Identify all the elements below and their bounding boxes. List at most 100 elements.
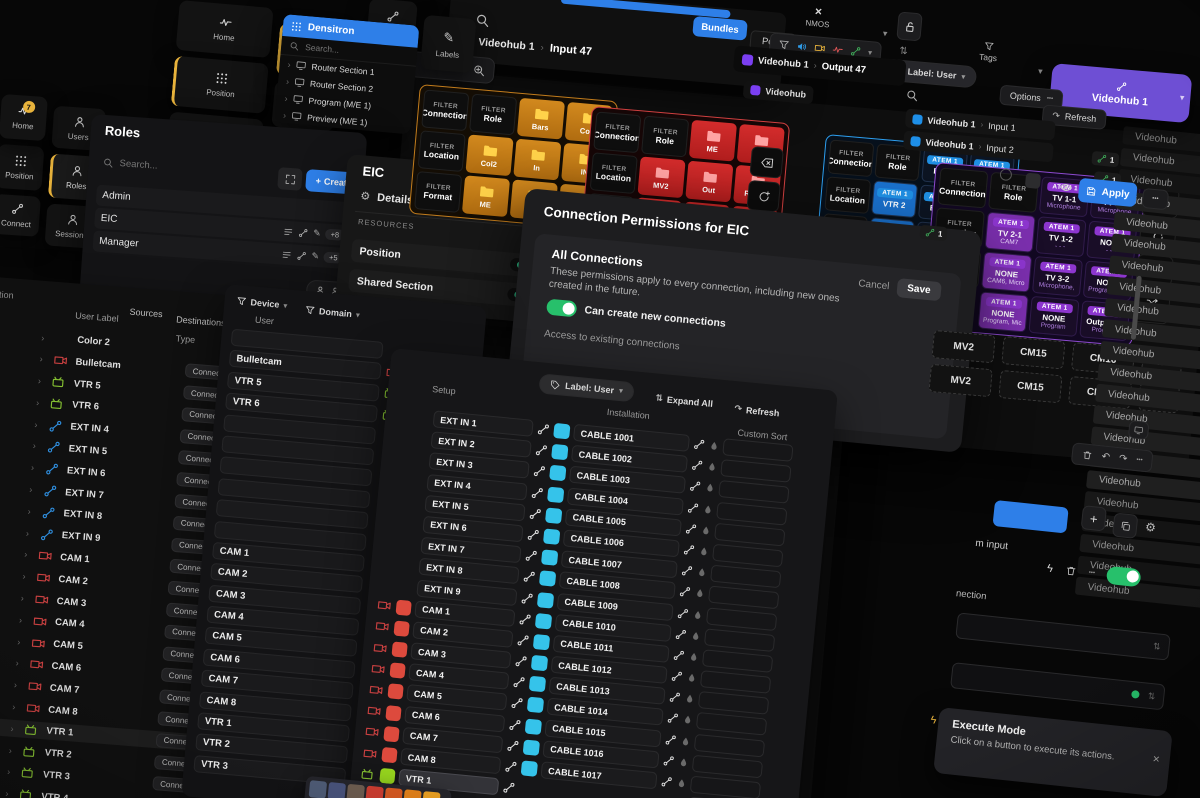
- nmos-button[interactable]: × NMOS: [805, 3, 831, 29]
- trash-icon[interactable]: [1081, 449, 1093, 461]
- search-icon[interactable]: [905, 88, 919, 102]
- color-chip[interactable]: [387, 684, 403, 700]
- chevron-right-icon[interactable]: ›: [8, 745, 17, 756]
- tags-button[interactable]: Tags: [979, 41, 999, 63]
- apply-button[interactable]: Apply: [1078, 178, 1138, 207]
- chevron-right-icon[interactable]: ›: [39, 354, 48, 365]
- cable-color-chip[interactable]: [541, 549, 558, 565]
- cable-color-chip[interactable]: [543, 528, 560, 544]
- config-field[interactable]: ⇅: [950, 662, 1166, 710]
- chevron-right-icon[interactable]: ›: [10, 723, 19, 734]
- tab-bundles[interactable]: Bundles: [692, 16, 748, 41]
- tile-labels[interactable]: ✎ Labels: [420, 15, 477, 73]
- color-chip[interactable]: [395, 599, 411, 615]
- list-icon[interactable]: [281, 249, 292, 260]
- custom-sort-field[interactable]: [712, 544, 783, 568]
- custom-sort-field[interactable]: [696, 712, 767, 736]
- color-chip[interactable]: [391, 641, 407, 657]
- label-mode-pill[interactable]: Label: User ▾: [538, 373, 635, 402]
- lock-button[interactable]: [896, 11, 922, 41]
- enabled-toggle[interactable]: [1106, 566, 1142, 587]
- custom-sort-field[interactable]: [700, 670, 771, 694]
- cable-color-chip[interactable]: [549, 465, 566, 481]
- custom-sort-field[interactable]: [704, 628, 775, 652]
- layout-button[interactable]: [1128, 420, 1150, 440]
- trash-icon[interactable]: [1064, 564, 1077, 577]
- palette-swatch[interactable]: [403, 789, 422, 798]
- custom-sort-field[interactable]: [692, 755, 763, 779]
- dots-icon[interactable]: •••: [1088, 570, 1095, 577]
- caret-down-icon[interactable]: ▾: [1038, 66, 1043, 77]
- color-chip[interactable]: [389, 663, 405, 679]
- share-icon[interactable]: [296, 250, 307, 261]
- edit-icon[interactable]: ✎: [311, 251, 319, 262]
- cable-color-chip[interactable]: [525, 718, 542, 734]
- chevron-right-icon[interactable]: ›: [19, 615, 28, 626]
- router-button[interactable]: FILTER Role: [469, 94, 517, 136]
- sidebar-item-connect[interactable]: Connect: [0, 194, 41, 237]
- color-chip[interactable]: [381, 747, 397, 763]
- chevron-right-icon[interactable]: ›: [32, 441, 41, 452]
- bolt-icon[interactable]: ϟ: [1046, 563, 1053, 576]
- router-button[interactable]: FILTER Location: [824, 176, 871, 214]
- custom-sort-field[interactable]: [716, 501, 787, 525]
- redo-icon[interactable]: ↷: [1118, 453, 1127, 465]
- eye-icon[interactable]: [1058, 180, 1073, 195]
- dots-icon[interactable]: •••: [1136, 457, 1143, 464]
- router-button[interactable]: Out: [685, 161, 733, 203]
- add-button[interactable]: +: [1081, 505, 1107, 531]
- chevron-right-icon[interactable]: ›: [5, 789, 14, 798]
- expand-all-button[interactable]: ⇅ Expand All: [655, 393, 714, 409]
- color-chip[interactable]: [393, 620, 409, 636]
- router-button[interactable]: MV2: [637, 156, 685, 198]
- router-button[interactable]: ME: [689, 120, 737, 162]
- scrollbar-thumb[interactable]: [1131, 276, 1142, 340]
- selected-field[interactable]: [992, 500, 1068, 534]
- add-connection-button[interactable]: [746, 180, 780, 213]
- custom-sort-field[interactable]: [720, 459, 791, 483]
- cable-color-chip[interactable]: [533, 634, 550, 650]
- tile-home[interactable]: Home: [176, 0, 274, 58]
- custom-sort-field[interactable]: [708, 586, 779, 610]
- device-filter[interactable]: Device ▾: [236, 296, 288, 310]
- list-icon[interactable]: [283, 226, 294, 237]
- roles-search[interactable]: Search...: [102, 157, 158, 172]
- selected-item-pill[interactable]: [561, 0, 731, 18]
- router-button[interactable]: FILTER Location: [418, 130, 466, 172]
- router-button[interactable]: In: [513, 139, 561, 181]
- domain-filter[interactable]: Domain ▾: [305, 305, 361, 320]
- chevron-right-icon[interactable]: ›: [7, 767, 16, 778]
- palette-swatch[interactable]: [327, 782, 346, 798]
- chevron-right-icon[interactable]: ›: [29, 484, 38, 495]
- custom-sort-field[interactable]: [702, 649, 773, 673]
- duplicate-button[interactable]: [1112, 512, 1138, 538]
- color-chip[interactable]: [379, 768, 395, 784]
- mv-cell[interactable]: CM15: [998, 370, 1062, 403]
- edit-icon[interactable]: ✎: [313, 228, 321, 239]
- color-chip[interactable]: [385, 705, 401, 721]
- chevron-right-icon[interactable]: ›: [22, 571, 31, 582]
- settings-button[interactable]: ⚙: [1144, 520, 1156, 535]
- router-button[interactable]: Bars: [517, 98, 565, 140]
- create-connections-toggle[interactable]: [546, 299, 577, 318]
- stepper-icon[interactable]: ⇅: [1147, 690, 1156, 702]
- swap-icon[interactable]: ⇅: [899, 46, 908, 58]
- tile-position-grid[interactable]: Position: [171, 56, 269, 114]
- refresh-button[interactable]: ↷ Refresh: [734, 403, 780, 418]
- tab-sources[interactable]: Sources: [129, 307, 163, 320]
- palette-swatch[interactable]: [346, 784, 365, 798]
- chevron-right-icon[interactable]: ›: [26, 528, 35, 539]
- chevron-right-icon[interactable]: ›: [36, 398, 45, 409]
- custom-sort-field[interactable]: [714, 523, 785, 547]
- chevron-right-icon[interactable]: ›: [31, 463, 40, 474]
- chevron-right-icon[interactable]: ›: [34, 419, 43, 430]
- more-button[interactable]: •••: [1141, 188, 1169, 210]
- palette-swatch[interactable]: [309, 780, 328, 798]
- palette-swatch[interactable]: [365, 786, 384, 798]
- custom-sort-field[interactable]: [706, 607, 777, 631]
- chevron-right-icon[interactable]: ›: [27, 506, 36, 517]
- custom-sort-field[interactable]: [710, 565, 781, 589]
- router-button[interactable]: FILTER Connection: [421, 89, 469, 131]
- cancel-button[interactable]: Cancel: [858, 278, 890, 292]
- cable-color-chip[interactable]: [535, 613, 552, 629]
